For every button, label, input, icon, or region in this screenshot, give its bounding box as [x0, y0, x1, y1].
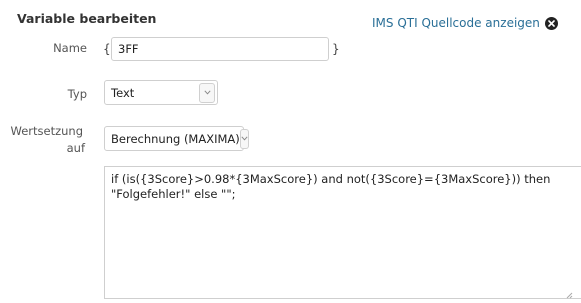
type-selected-value: Text: [111, 85, 135, 100]
name-input[interactable]: [111, 37, 329, 61]
name-label: Name: [53, 41, 87, 55]
resize-grip-icon[interactable]: [565, 284, 573, 303]
close-circle-icon[interactable]: [544, 16, 558, 30]
show-source-label: IMS QTI Quellcode anzeigen: [372, 16, 540, 30]
assignment-selected-value: Berechnung (MAXIMA): [111, 131, 240, 146]
assignment-label-line1: Wertsetzung: [10, 124, 84, 138]
chevron-down-icon: [239, 128, 249, 149]
type-select[interactable]: Text: [104, 80, 218, 105]
show-source-link[interactable]: IMS QTI Quellcode anzeigen: [372, 16, 558, 30]
assignment-label-line2: auf: [66, 141, 85, 155]
chevron-down-icon: [199, 82, 215, 103]
brace-open: {: [103, 42, 111, 56]
expression-textarea[interactable]: if (is({3Score}>0.98*{3MaxScore}) and no…: [104, 166, 581, 299]
brace-close: }: [332, 42, 340, 56]
type-label: Typ: [67, 87, 87, 101]
page-title: Variable bearbeiten: [17, 11, 157, 26]
assignment-select[interactable]: Berechnung (MAXIMA): [104, 126, 249, 151]
